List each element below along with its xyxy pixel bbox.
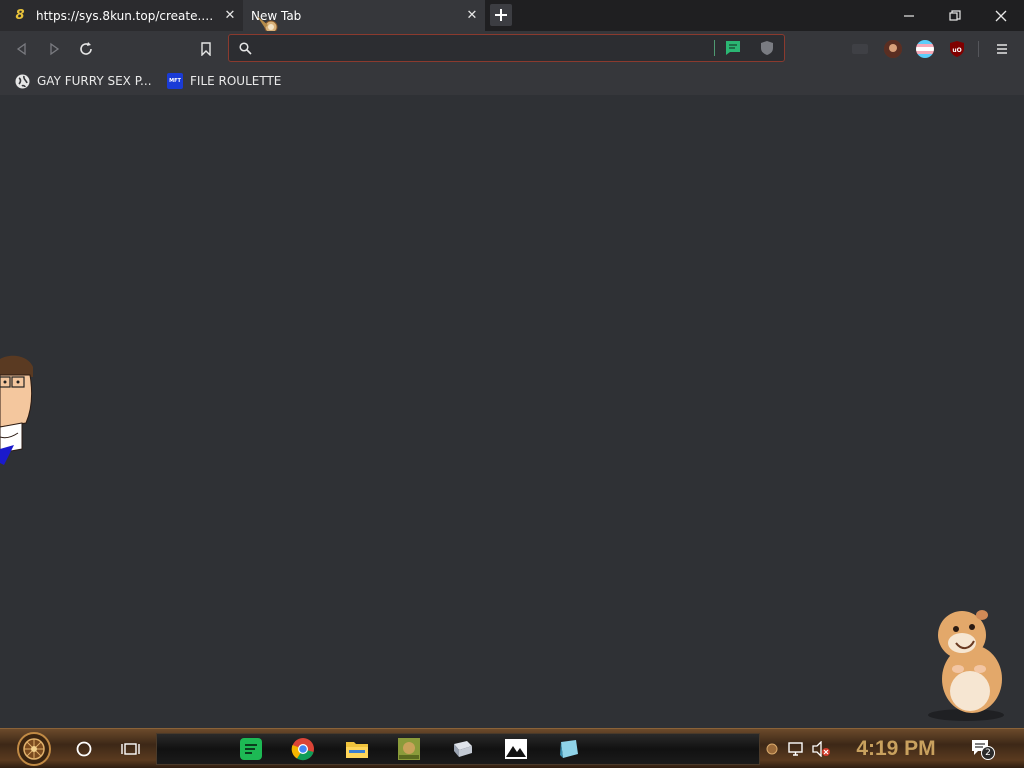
bookmark-item[interactable]: MFT FILE ROULETTE [167,71,281,91]
notifications-button[interactable]: 2 [970,738,998,762]
8kun-favicon-icon: 8 [15,8,25,23]
address-bar[interactable] [228,34,785,62]
bookmarks-bar: GAY FURRY SEX P... MFT FILE ROULETTE [0,67,1024,95]
toolbar: uO [0,31,1024,67]
search-icon [239,42,252,55]
ublock-icon[interactable]: uO [948,40,966,58]
restore-button[interactable] [932,0,978,31]
bookmark-label: FILE ROULETTE [190,74,282,88]
tray-overflow-button[interactable] [765,741,779,757]
avatar-extension-icon[interactable] [884,40,902,58]
hamster-image [928,610,1004,721]
new-tab-button[interactable] [490,4,512,26]
minimize-icon [904,14,914,17]
forward-button[interactable] [42,37,66,61]
bookmark-item[interactable]: GAY FURRY SEX P... [14,71,152,91]
chrome-button[interactable] [290,736,316,762]
cartoon-character-image [0,355,33,465]
photos-icon [505,739,527,759]
bookmark-button[interactable] [194,37,218,61]
folder-icon [346,742,368,758]
new-tab-page [0,95,1024,728]
back-button[interactable] [10,37,34,61]
task-view-icon [121,743,140,755]
close-icon[interactable]: ✕ [217,8,243,23]
address-input[interactable] [259,38,699,58]
task-view-button[interactable] [118,737,144,761]
globe-icon [14,73,30,89]
shield-icon[interactable] [760,40,774,56]
mft-icon: MFT [167,73,183,89]
plus-icon [495,9,507,21]
toolbar-divider [978,41,979,57]
tab-title: https://sys.8kun.top/create.php [36,8,217,23]
app-icon-2 [560,740,578,758]
volume-muted-icon [812,741,830,757]
volume-button[interactable] [811,739,831,759]
chat-app-icon [240,738,262,760]
game-button[interactable] [396,736,422,762]
bookmark-label: GAY FURRY SEX P... [37,74,152,88]
file-explorer-button[interactable] [344,736,370,762]
extension-icon[interactable] [852,44,868,54]
chrome-icon [291,738,314,761]
search-button[interactable] [72,737,96,761]
reload-icon [80,42,92,55]
chat-extension-icon[interactable] [724,40,742,56]
forward-arrow-icon [50,42,60,56]
mft-icon-text: MFT [169,78,181,84]
flag-extension-icon[interactable] [916,40,934,58]
app-button[interactable] [450,736,476,762]
app-button-2[interactable] [556,736,582,762]
start-button[interactable] [11,731,57,767]
menu-button[interactable] [990,37,1014,61]
taskbar-clock[interactable]: 4:19 PM [846,735,946,763]
omnibox-divider [714,40,715,56]
tab-active[interactable]: 8 https://sys.8kun.top/create.php ✕ [0,0,243,31]
restore-icon [949,9,961,21]
notification-count-badge: 2 [981,746,995,760]
network-icon [788,742,803,756]
start-orb-icon [17,732,51,766]
hamburger-menu-icon [997,44,1007,54]
spotify-button[interactable] [238,736,264,762]
minimize-button[interactable] [886,0,932,31]
close-icon [995,10,1007,21]
close-icon[interactable]: ✕ [459,8,485,23]
tray-app-icon [766,743,778,755]
game-icon [398,738,420,760]
bookmark-icon [201,42,211,56]
app-icon [454,741,472,757]
cortana-circle-icon [76,741,92,757]
tab-strip: 8 https://sys.8kun.top/create.php ✕ New … [0,0,1024,42]
back-arrow-icon [16,42,26,56]
reload-button[interactable] [74,37,98,61]
close-window-button[interactable] [978,0,1024,31]
taskbar: 4:19 PM 2 [0,728,1024,768]
network-button[interactable] [787,739,807,759]
photos-button[interactable] [503,736,529,762]
svg-text:uO: uO [952,47,961,54]
